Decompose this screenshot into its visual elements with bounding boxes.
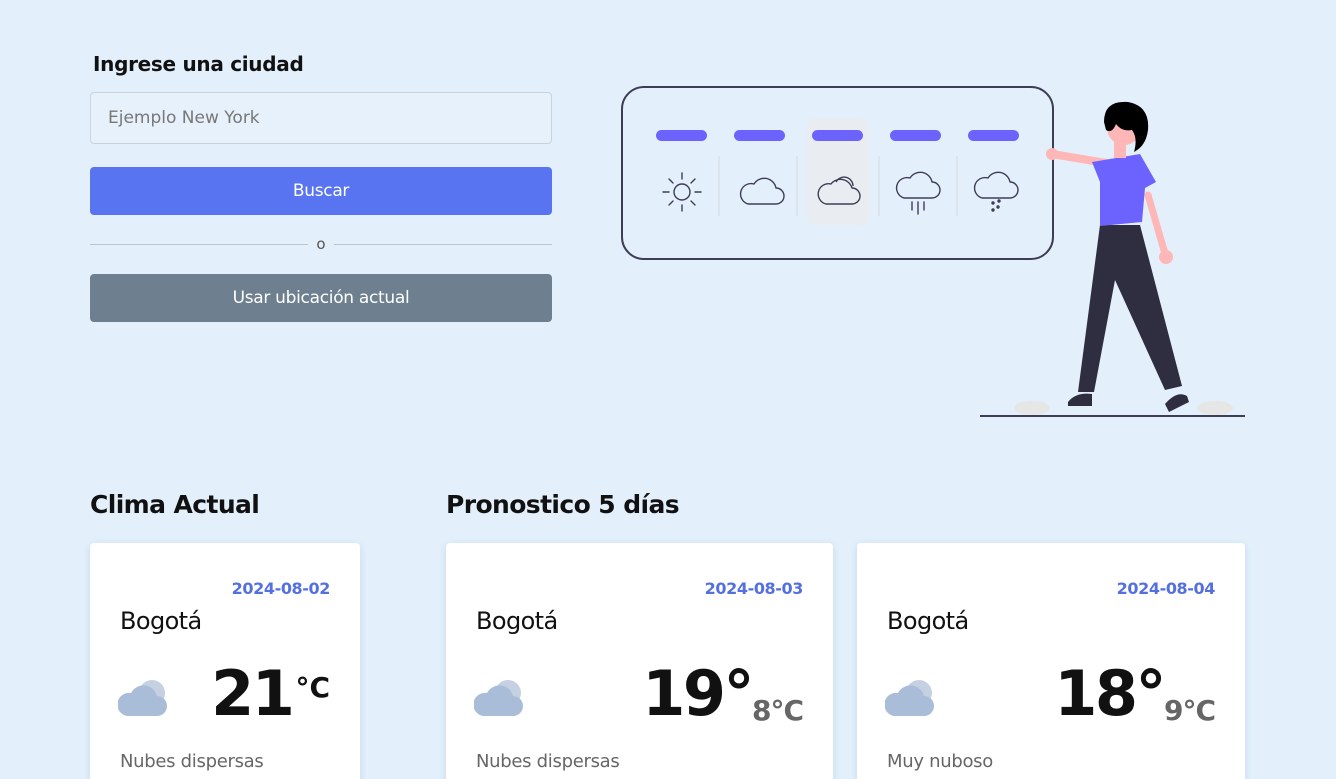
forecast-card: 2024-08-04 Bogotá 18° 9°C Muy nuboso: [857, 543, 1245, 779]
temperature-min: 8°C: [751, 694, 804, 727]
slot-bar: [656, 130, 707, 141]
rain-icon: [895, 171, 941, 215]
snow-icon: [973, 171, 1019, 212]
current-weather-card: 2024-08-02 Bogotá 21 °C Nubes dispersas: [90, 543, 360, 779]
weather-illustration: [621, 86, 1245, 417]
search-button[interactable]: Buscar: [90, 167, 552, 215]
card-description: Nubes dispersas: [120, 751, 264, 772]
woman-figure: [1046, 101, 1189, 412]
ground-cloud: [1014, 401, 1050, 415]
slot-bar: [734, 130, 785, 141]
or-label: o: [316, 235, 326, 253]
divider-line-left: [90, 243, 308, 245]
current-weather-title: Clima Actual: [90, 490, 260, 519]
temperature-value: 21: [211, 657, 295, 730]
card-date: 2024-08-04: [1116, 579, 1216, 598]
card-date: 2024-08-03: [704, 579, 804, 598]
ground-cloud: [1197, 401, 1233, 415]
temperature-max: 19°: [642, 657, 754, 730]
temperature-unit: °C: [295, 671, 330, 704]
partly-cloudy-icon: [474, 680, 523, 716]
forecast-temperature: 18° 9°C: [1054, 657, 1216, 730]
current-temperature: 21 °C: [211, 663, 330, 725]
card-city: Bogotá: [120, 607, 202, 635]
cloud-icon: [739, 177, 785, 205]
forecast-title: Pronostico 5 días: [446, 490, 680, 519]
slot-bar: [812, 130, 863, 141]
forecast-card: 2024-08-03 Bogotá 19° 8°C Nubes dispersa…: [446, 543, 833, 779]
partly-cloudy-icon: [118, 680, 167, 716]
card-city: Bogotá: [887, 607, 969, 635]
or-divider: o: [90, 232, 552, 256]
forecast-temperature: 19° 8°C: [642, 657, 804, 730]
card-date: 2024-08-02: [231, 579, 331, 598]
city-search-input[interactable]: [90, 92, 552, 144]
temperature-max: 18°: [1054, 657, 1166, 730]
card-description: Nubes dispersas: [476, 751, 620, 772]
temperature-min: 9°C: [1163, 694, 1216, 727]
slot-bar: [890, 130, 941, 141]
search-label: Ingrese una ciudad: [93, 52, 304, 76]
use-current-location-button[interactable]: Usar ubicación actual: [90, 274, 552, 322]
card-city: Bogotá: [476, 607, 558, 635]
divider-line-right: [334, 243, 552, 245]
partly-cloudy-icon: [885, 680, 934, 716]
sun-icon: [662, 172, 702, 212]
slot-bar: [968, 130, 1019, 141]
card-description: Muy nuboso: [887, 751, 993, 772]
